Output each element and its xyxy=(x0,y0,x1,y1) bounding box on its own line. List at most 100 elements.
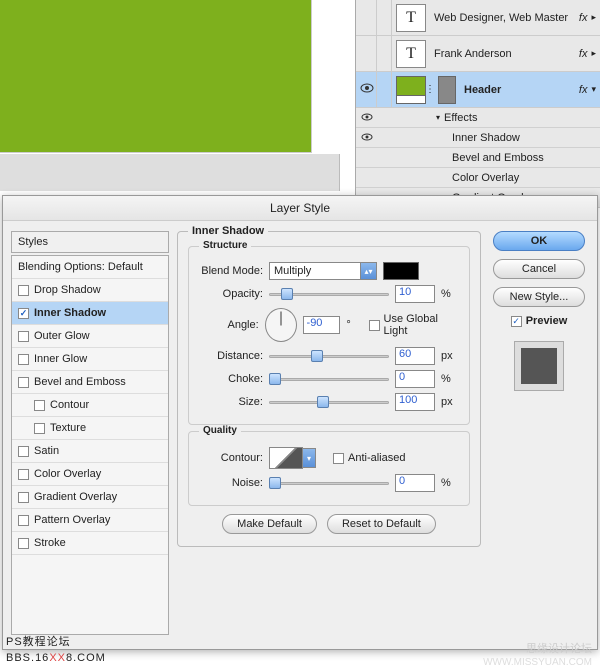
distance-slider[interactable] xyxy=(269,349,389,363)
reset-default-button[interactable]: Reset to Default xyxy=(327,514,436,534)
checkbox-icon: ✓ xyxy=(511,316,522,327)
antialiased-checkbox[interactable]: Anti-aliased xyxy=(333,452,405,464)
effect-row[interactable]: Color Overlay xyxy=(356,168,600,188)
style-item-pattern-overlay[interactable]: Pattern Overlay xyxy=(12,509,168,532)
checkbox-icon[interactable] xyxy=(18,446,29,457)
distance-input[interactable]: 60 xyxy=(395,347,435,365)
choke-input[interactable]: 0 xyxy=(395,370,435,388)
style-label: Color Overlay xyxy=(34,468,101,480)
choke-label: Choke: xyxy=(199,373,263,385)
size-slider[interactable] xyxy=(269,395,389,409)
blend-mode-select[interactable]: Multiply ▴▾ xyxy=(269,262,377,280)
ok-button[interactable]: OK xyxy=(493,231,585,251)
size-label: Size: xyxy=(199,396,263,408)
checkbox-icon[interactable] xyxy=(18,492,29,503)
effect-label: Bevel and Emboss xyxy=(452,152,544,164)
style-item-drop-shadow[interactable]: Drop Shadow xyxy=(12,279,168,302)
blending-options[interactable]: Blending Options: Default xyxy=(12,256,168,279)
inner-shadow-fieldset: Inner Shadow Structure Blend Mode: Multi… xyxy=(177,231,481,547)
style-label: Drop Shadow xyxy=(34,284,101,296)
chevron-right-icon[interactable]: ▸ xyxy=(591,12,600,23)
layer-style-dialog: Layer Style Styles Blending Options: Def… xyxy=(2,195,598,650)
style-item-outer-glow[interactable]: Outer Glow xyxy=(12,325,168,348)
noise-input[interactable]: 0 xyxy=(395,474,435,492)
preview-checkbox[interactable]: ✓ Preview xyxy=(511,315,568,327)
checkbox-icon[interactable]: ✓ xyxy=(18,308,29,319)
preview-swatch xyxy=(514,341,564,391)
checkbox-icon[interactable] xyxy=(18,469,29,480)
chevron-down-icon[interactable]: ▾ xyxy=(591,84,600,95)
style-item-inner-shadow[interactable]: ✓Inner Shadow xyxy=(12,302,168,325)
effect-row[interactable]: Bevel and Emboss xyxy=(356,148,600,168)
checkbox-icon[interactable] xyxy=(34,423,45,434)
styles-list: Blending Options: Default Drop Shadow✓In… xyxy=(11,255,169,635)
link-col xyxy=(376,0,392,35)
angle-input[interactable]: -90 xyxy=(303,316,341,334)
layer-name: Web Designer, Web Master xyxy=(430,12,579,24)
opacity-label: Opacity: xyxy=(199,288,263,300)
contour-picker[interactable]: ▾ xyxy=(269,447,303,469)
canvas-grey-region xyxy=(0,154,340,191)
choke-slider[interactable] xyxy=(269,372,389,386)
checkbox-icon[interactable] xyxy=(18,354,29,365)
noise-label: Noise: xyxy=(199,477,263,489)
watermark-url: WWW.MISSYUAN.COM xyxy=(483,657,592,668)
new-style-button[interactable]: New Style... xyxy=(493,287,585,307)
layer-row[interactable]: T Frank Anderson fx ▸ xyxy=(356,36,600,72)
fx-badge[interactable]: fx xyxy=(579,12,592,24)
cancel-button[interactable]: Cancel xyxy=(493,259,585,279)
checkbox-icon[interactable] xyxy=(18,331,29,342)
checkbox-icon[interactable] xyxy=(34,400,45,411)
dialog-title: Layer Style xyxy=(3,196,597,221)
style-label: Bevel and Emboss xyxy=(34,376,126,388)
visibility-icon[interactable] xyxy=(361,132,373,144)
layer-row[interactable]: T Web Designer, Web Master fx ▸ xyxy=(356,0,600,36)
effects-label: Effects xyxy=(444,112,477,124)
visibility-icon[interactable] xyxy=(360,83,374,96)
global-light-checkbox[interactable]: Use Global Light xyxy=(369,313,459,337)
style-item-color-overlay[interactable]: Color Overlay xyxy=(12,463,168,486)
effect-row[interactable]: Inner Shadow xyxy=(356,128,600,148)
angle-dial[interactable] xyxy=(265,308,297,342)
global-light-label: Use Global Light xyxy=(384,313,459,337)
chevron-right-icon[interactable]: ▸ xyxy=(591,48,600,59)
text-layer-thumb: T xyxy=(396,4,426,32)
noise-slider[interactable] xyxy=(269,476,389,490)
style-item-satin[interactable]: Satin xyxy=(12,440,168,463)
size-input[interactable]: 100 xyxy=(395,393,435,411)
layer-name: Header xyxy=(460,84,579,96)
fx-badge[interactable]: fx xyxy=(579,84,592,96)
canvas-green-region xyxy=(0,0,312,153)
shadow-color-swatch[interactable] xyxy=(383,262,419,280)
make-default-button[interactable]: Make Default xyxy=(222,514,317,534)
style-item-texture[interactable]: Texture xyxy=(12,417,168,440)
visibility-icon[interactable] xyxy=(361,50,373,58)
checkbox-icon[interactable] xyxy=(18,285,29,296)
style-label: Contour xyxy=(50,399,89,411)
styles-header[interactable]: Styles xyxy=(11,231,169,253)
layer-row-header[interactable]: ⋮ Header fx ▾ xyxy=(356,72,600,108)
style-item-gradient-overlay[interactable]: Gradient Overlay xyxy=(12,486,168,509)
blending-label: Blending Options: Default xyxy=(18,261,143,273)
style-item-inner-glow[interactable]: Inner Glow xyxy=(12,348,168,371)
effect-label: Color Overlay xyxy=(452,172,519,184)
style-item-bevel-and-emboss[interactable]: Bevel and Emboss xyxy=(12,371,168,394)
fx-badge[interactable]: fx xyxy=(579,48,592,60)
checkbox-icon[interactable] xyxy=(18,377,29,388)
chevron-down-icon[interactable]: ▾ xyxy=(436,113,444,122)
link-icon: ⋮ xyxy=(426,84,434,95)
section-title: Inner Shadow xyxy=(188,225,268,237)
style-label: Gradient Overlay xyxy=(34,491,117,503)
visibility-icon[interactable] xyxy=(361,14,373,22)
opacity-slider[interactable] xyxy=(269,287,389,301)
opacity-input[interactable]: 10 xyxy=(395,285,435,303)
checkbox-icon[interactable] xyxy=(18,538,29,549)
checkbox-icon[interactable] xyxy=(18,515,29,526)
angle-unit: ° xyxy=(346,319,363,331)
style-label: Outer Glow xyxy=(34,330,90,342)
layer-thumb xyxy=(396,76,426,104)
style-item-contour[interactable]: Contour xyxy=(12,394,168,417)
effects-header-row[interactable]: ▾ Effects xyxy=(356,108,600,128)
style-item-stroke[interactable]: Stroke xyxy=(12,532,168,555)
visibility-icon[interactable] xyxy=(361,112,373,124)
